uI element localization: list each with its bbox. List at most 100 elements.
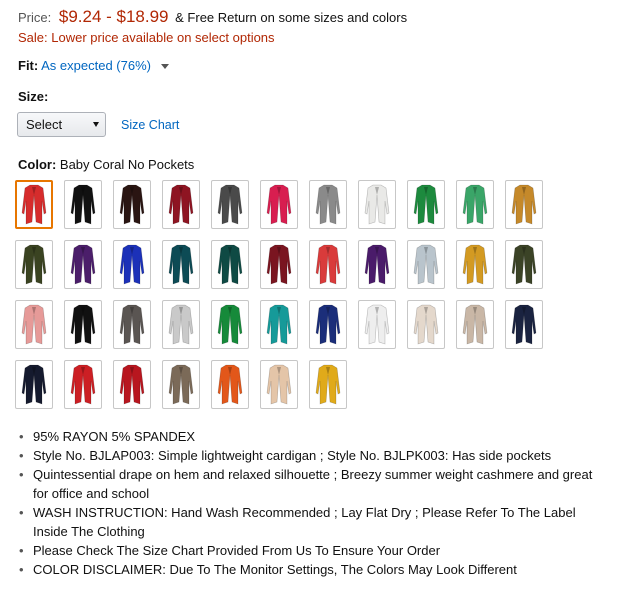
bullet-item: Quintessential drape on hem and relaxed … [17, 465, 597, 503]
cardigan-icon [511, 184, 537, 225]
cardigan-icon [119, 364, 145, 405]
color-swatch[interactable] [211, 300, 249, 349]
color-swatch[interactable] [15, 300, 53, 349]
cardigan-icon [217, 244, 243, 285]
color-swatch[interactable] [309, 180, 347, 229]
color-swatch[interactable] [505, 300, 543, 349]
color-row: Color: Baby Coral No Pockets [18, 157, 194, 172]
color-swatch[interactable] [456, 180, 494, 229]
color-swatch[interactable] [260, 240, 298, 289]
color-swatch[interactable] [456, 240, 494, 289]
cardigan-icon [21, 364, 47, 405]
feature-bullets: 95% RAYON 5% SPANDEXStyle No. BJLAP003: … [17, 427, 597, 579]
color-swatch[interactable] [260, 300, 298, 349]
color-swatch[interactable] [162, 180, 200, 229]
color-swatch[interactable] [211, 360, 249, 409]
price-label: Price: [18, 10, 52, 25]
fit-label: Fit: [18, 58, 39, 73]
color-swatch[interactable] [260, 180, 298, 229]
color-swatch[interactable] [260, 360, 298, 409]
cardigan-icon [364, 244, 390, 285]
color-swatch[interactable] [358, 300, 396, 349]
size-label: Size: [18, 89, 49, 104]
cardigan-icon [413, 304, 439, 345]
color-swatch[interactable] [15, 360, 53, 409]
cardigan-icon [315, 364, 341, 405]
color-swatch[interactable] [358, 240, 396, 289]
color-swatch[interactable] [162, 240, 200, 289]
cardigan-icon [462, 304, 488, 345]
bullet-item: 95% RAYON 5% SPANDEX [17, 427, 597, 446]
color-swatch[interactable] [15, 240, 53, 289]
cardigan-icon [119, 244, 145, 285]
cardigan-icon [168, 304, 194, 345]
cardigan-icon [119, 184, 145, 225]
cardigan-icon [266, 244, 292, 285]
cardigan-icon [266, 184, 292, 225]
color-swatch[interactable] [505, 240, 543, 289]
color-swatch[interactable] [15, 180, 53, 229]
bullet-item: Style No. BJLAP003: Simple lightweight c… [17, 446, 597, 465]
color-swatch[interactable] [113, 360, 151, 409]
chevron-down-icon[interactable] [160, 64, 169, 70]
free-return-text: & Free Return on some sizes and colors [175, 10, 408, 25]
color-swatch[interactable] [64, 360, 102, 409]
fit-value-link[interactable]: As expected (76%) [41, 58, 151, 73]
sale-notice: Sale: Lower price available on select op… [18, 30, 275, 45]
color-swatch[interactable] [113, 180, 151, 229]
color-swatch[interactable] [309, 360, 347, 409]
cardigan-icon [168, 244, 194, 285]
cardigan-icon [266, 304, 292, 345]
color-swatch[interactable] [211, 240, 249, 289]
cardigan-icon [217, 304, 243, 345]
color-swatch[interactable] [211, 180, 249, 229]
size-select-value: Select [26, 117, 63, 132]
color-swatch[interactable] [113, 300, 151, 349]
color-label: Color: [18, 157, 57, 172]
bullet-item: Please Check The Size Chart Provided Fro… [17, 541, 597, 560]
color-swatch[interactable] [358, 180, 396, 229]
color-swatch[interactable] [456, 300, 494, 349]
color-swatch[interactable] [407, 300, 445, 349]
cardigan-icon [511, 244, 537, 285]
selected-color-name: Baby Coral No Pockets [59, 157, 195, 172]
cardigan-icon [315, 244, 341, 285]
cardigan-icon [168, 364, 194, 405]
color-swatch[interactable] [162, 300, 200, 349]
cardigan-icon [168, 184, 194, 225]
bullet-item: WASH INSTRUCTION: Hand Wash Recommended … [17, 503, 597, 541]
cardigan-icon [21, 184, 47, 225]
price-row: Price: $9.24 - $18.99 & Free Return on s… [18, 7, 407, 27]
cardigan-icon [364, 304, 390, 345]
cardigan-icon [413, 184, 439, 225]
size-select[interactable]: Select [17, 112, 106, 137]
color-swatch[interactable] [162, 360, 200, 409]
cardigan-icon [217, 184, 243, 225]
cardigan-icon [70, 304, 96, 345]
price-range: $9.24 - $18.99 [58, 7, 169, 26]
cardigan-icon [462, 244, 488, 285]
color-swatch[interactable] [64, 240, 102, 289]
color-swatch[interactable] [309, 300, 347, 349]
cardigan-icon [462, 184, 488, 225]
bullet-item: COLOR DISCLAIMER: Due To The Monitor Set… [17, 560, 597, 579]
cardigan-icon [364, 184, 390, 225]
cardigan-icon [70, 244, 96, 285]
color-swatch[interactable] [505, 180, 543, 229]
cardigan-icon [413, 244, 439, 285]
color-swatch[interactable] [113, 240, 151, 289]
cardigan-icon [21, 244, 47, 285]
fit-row: Fit: As expected (76%) [18, 58, 169, 73]
cardigan-icon [217, 364, 243, 405]
cardigan-icon [70, 184, 96, 225]
color-swatch[interactable] [407, 180, 445, 229]
color-swatch[interactable] [64, 300, 102, 349]
cardigan-icon [511, 304, 537, 345]
color-swatch[interactable] [309, 240, 347, 289]
color-swatch[interactable] [64, 180, 102, 229]
cardigan-icon [21, 304, 47, 345]
size-chart-link[interactable]: Size Chart [121, 118, 179, 132]
cardigan-icon [315, 304, 341, 345]
cardigan-icon [266, 364, 292, 405]
color-swatch[interactable] [407, 240, 445, 289]
